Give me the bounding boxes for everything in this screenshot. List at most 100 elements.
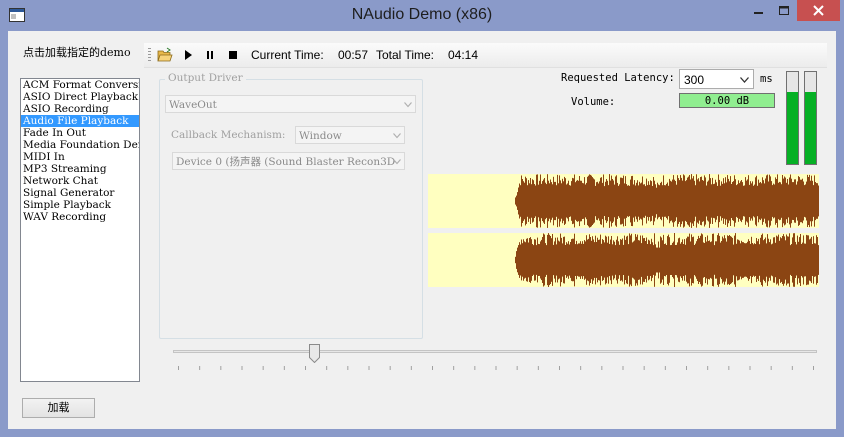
list-item[interactable]: Signal Generator bbox=[21, 187, 139, 199]
waveform-bar bbox=[573, 238, 574, 282]
waveform-bar bbox=[692, 237, 693, 283]
waveform-bar bbox=[517, 192, 518, 210]
waveform-bar bbox=[525, 242, 526, 278]
waveform-bar bbox=[535, 185, 536, 217]
waveform-bar bbox=[648, 181, 649, 221]
position-slider-thumb[interactable] bbox=[308, 344, 320, 363]
waveform-bar bbox=[809, 174, 810, 228]
waveform-bar bbox=[772, 185, 773, 217]
waveform-bar bbox=[538, 243, 539, 276]
waveform-bar bbox=[600, 177, 601, 225]
waveform-bar bbox=[790, 174, 791, 228]
toolbar-grip[interactable] bbox=[148, 48, 151, 62]
list-item[interactable]: Network Chat bbox=[21, 175, 139, 187]
waveform-bar bbox=[716, 241, 717, 279]
waveform-bar bbox=[698, 178, 699, 224]
waveform-bar bbox=[742, 242, 743, 278]
waveform-bar bbox=[739, 183, 740, 219]
waveform-bar bbox=[641, 182, 642, 220]
waveform-bar bbox=[575, 182, 576, 220]
list-item[interactable]: ACM Format Conversion bbox=[21, 79, 139, 91]
output-device-combo[interactable]: Device 0 (扬声器 (Sound Blaster Recon3D bbox=[172, 152, 405, 170]
volume-value-box[interactable]: 0.00 dB bbox=[679, 93, 775, 108]
waveform-bar bbox=[815, 243, 816, 277]
waveform-bar bbox=[532, 244, 533, 276]
waveform-bar bbox=[680, 175, 681, 227]
waveform-bar bbox=[685, 244, 686, 276]
list-item[interactable]: MIDI In bbox=[21, 151, 139, 163]
waveform-bar bbox=[798, 241, 799, 279]
waveform-bar bbox=[684, 239, 685, 281]
stop-icon[interactable] bbox=[225, 47, 241, 63]
waveform-bar bbox=[542, 237, 543, 283]
list-item[interactable]: Simple Playback bbox=[21, 199, 139, 211]
list-item[interactable]: ASIO Recording bbox=[21, 103, 139, 115]
waveform-bar bbox=[516, 195, 517, 207]
waveform-bar bbox=[527, 238, 528, 282]
minimize-button[interactable] bbox=[745, 0, 771, 21]
waveform-bar bbox=[594, 179, 595, 223]
output-driver-combo[interactable]: WaveOut bbox=[165, 95, 416, 113]
current-time-value: 00:57 bbox=[338, 48, 369, 62]
waveform-bar bbox=[756, 238, 757, 282]
title-bar[interactable]: NAudio Demo (x86) bbox=[0, 0, 844, 32]
play-icon[interactable] bbox=[180, 47, 196, 63]
waveform-bar bbox=[551, 182, 552, 220]
waveform-bar bbox=[734, 235, 735, 285]
list-item-selected[interactable]: Audio File Playback bbox=[21, 115, 139, 127]
position-slider-track[interactable] bbox=[173, 350, 817, 353]
waveform-bar bbox=[814, 243, 815, 277]
waveform-bar bbox=[643, 238, 644, 282]
waveform-bar bbox=[759, 182, 760, 220]
waveform-bar bbox=[520, 244, 521, 276]
list-item[interactable]: Media Foundation Demo bbox=[21, 139, 139, 151]
latency-combo[interactable]: 300 bbox=[679, 69, 754, 89]
waveform-bar bbox=[744, 185, 745, 217]
waveform-bar bbox=[762, 233, 763, 287]
waveform-bar bbox=[610, 239, 611, 281]
waveform-bar bbox=[730, 176, 731, 226]
waveform-bar bbox=[703, 180, 704, 222]
waveform-bar bbox=[692, 178, 693, 224]
waveform-bar bbox=[582, 182, 583, 219]
waveform-bar bbox=[598, 239, 599, 281]
waveform-bar bbox=[709, 240, 710, 280]
total-time-label: Total Time: bbox=[376, 48, 435, 62]
waveform-bar bbox=[744, 243, 745, 277]
list-item[interactable]: WAV Recording bbox=[21, 211, 139, 223]
waveform-bar bbox=[741, 240, 742, 280]
list-item[interactable]: MP3 Streaming bbox=[21, 163, 139, 175]
waveform-bar bbox=[779, 181, 780, 221]
waveform-bar bbox=[547, 174, 548, 228]
waveform-bar bbox=[748, 175, 749, 227]
waveform-bar bbox=[768, 238, 769, 282]
callback-mechanism-combo[interactable]: Window bbox=[295, 126, 405, 144]
waveform-bar bbox=[630, 179, 631, 223]
waveform-bar bbox=[537, 174, 538, 228]
waveform-bar bbox=[526, 238, 527, 282]
waveform-bar bbox=[673, 241, 674, 279]
load-button[interactable]: 加载 bbox=[22, 398, 95, 418]
waveform-bar bbox=[624, 235, 625, 285]
pause-icon[interactable] bbox=[202, 47, 218, 63]
waveform-bar bbox=[635, 234, 636, 286]
waveform-bar bbox=[563, 181, 564, 221]
waveform-bar bbox=[612, 179, 613, 223]
close-button[interactable] bbox=[797, 0, 840, 21]
demo-listbox[interactable]: ACM Format Conversion ASIO Direct Playba… bbox=[20, 78, 140, 382]
waveform-bar bbox=[620, 239, 621, 281]
waveform-bar bbox=[755, 244, 756, 276]
open-folder-icon[interactable] bbox=[157, 47, 173, 63]
waveform-bar bbox=[566, 184, 567, 218]
waveform-bar bbox=[758, 238, 759, 281]
maximize-button[interactable] bbox=[771, 0, 797, 21]
list-item[interactable]: ASIO Direct Playback bbox=[21, 91, 139, 103]
waveform-bar bbox=[596, 242, 597, 278]
waveform-bar bbox=[661, 237, 662, 283]
waveform-display[interactable] bbox=[428, 174, 819, 287]
waveform-bar bbox=[516, 251, 517, 269]
waveform-bar bbox=[725, 238, 726, 282]
list-item[interactable]: Fade In Out bbox=[21, 127, 139, 139]
window-title: NAudio Demo (x86) bbox=[351, 6, 493, 23]
waveform-bar bbox=[552, 184, 553, 218]
